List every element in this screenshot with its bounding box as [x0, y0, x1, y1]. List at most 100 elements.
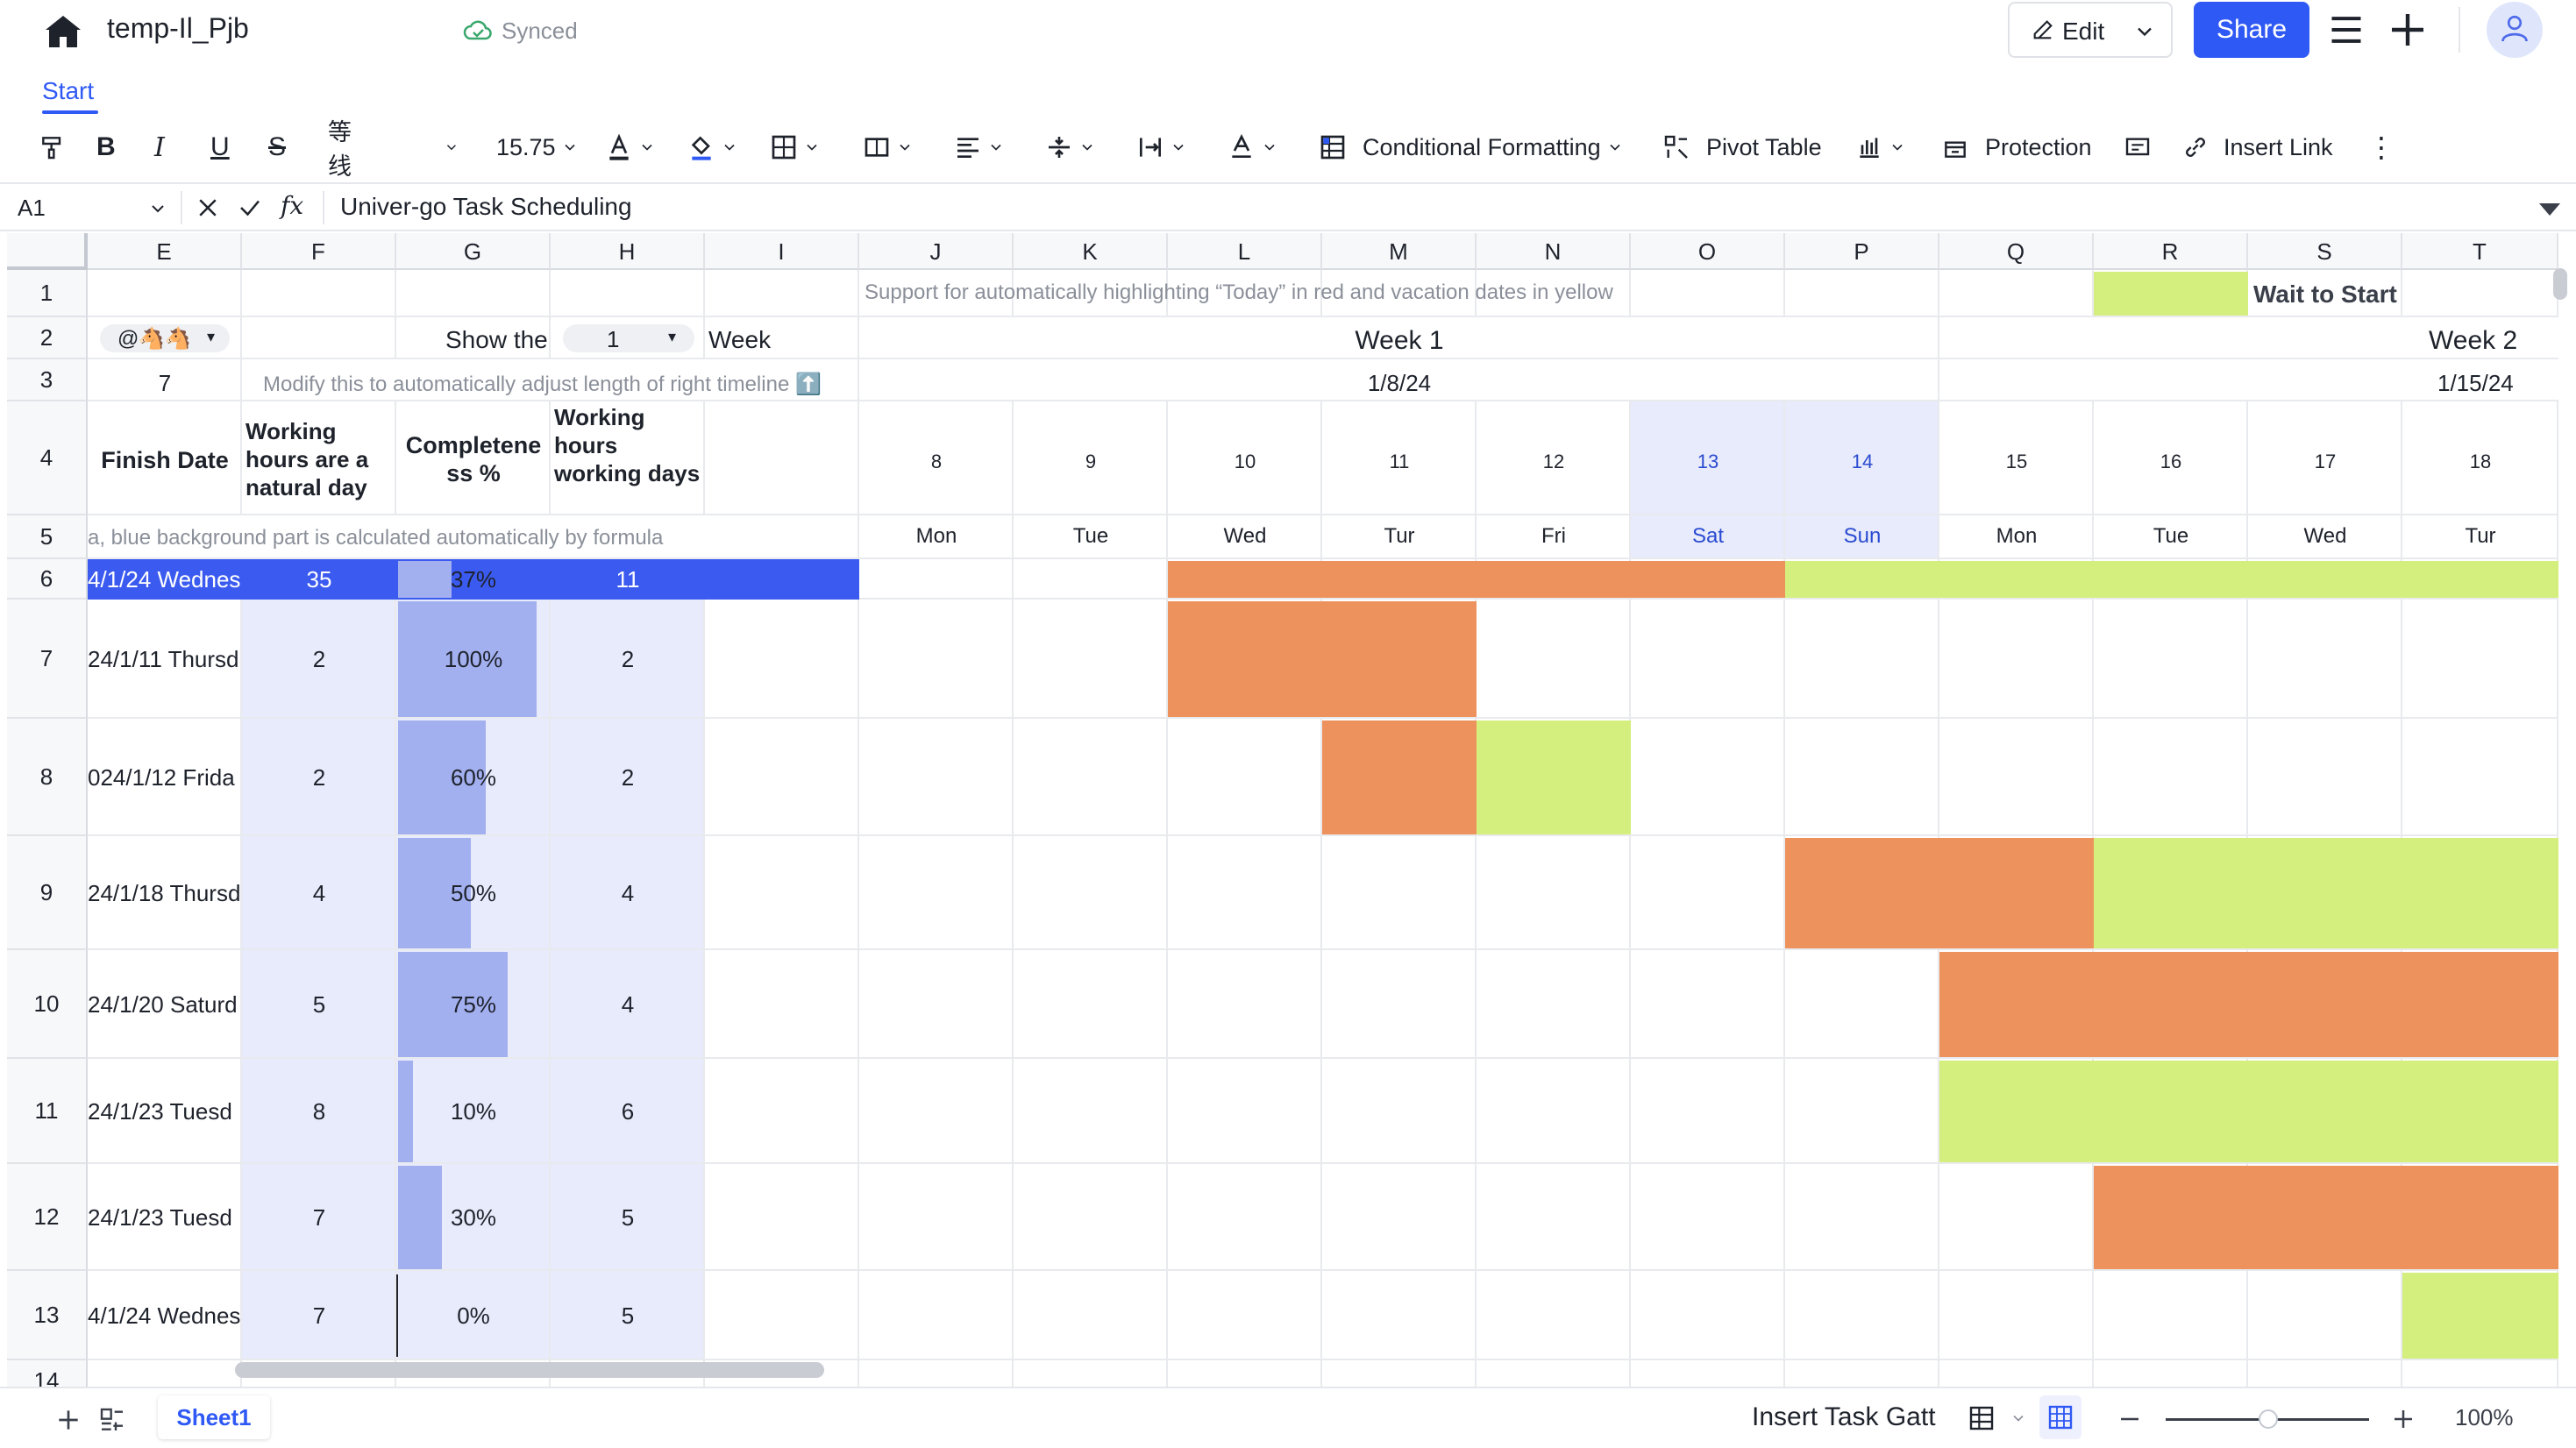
grid-cell[interactable]: [1631, 836, 1785, 950]
task-finish-date[interactable]: 24/1/20 Saturd: [88, 991, 242, 1019]
grid-cell[interactable]: [1939, 1360, 2094, 1387]
column-header-o[interactable]: O: [1631, 233, 1785, 270]
grid-cell[interactable]: [705, 719, 859, 836]
chevron-down-icon[interactable]: ▾: [668, 328, 676, 346]
edit-mode-button[interactable]: Edit: [2008, 2, 2173, 58]
task-completion-percent[interactable]: 75%: [396, 991, 551, 1019]
column-header-q[interactable]: Q: [1939, 233, 2094, 270]
gantt-bar-orange[interactable]: [1322, 720, 1477, 834]
task-completion-percent[interactable]: 10%: [396, 1098, 551, 1125]
grid-cell[interactable]: [705, 401, 859, 515]
merge-cells-button[interactable]: [863, 128, 914, 167]
grid-cell[interactable]: [1014, 559, 1168, 600]
underline-button[interactable]: U: [210, 128, 230, 167]
task-finish-date[interactable]: 24/1/23 Tuesd: [88, 1204, 242, 1232]
grid-cell[interactable]: [1477, 1059, 1631, 1164]
task-completion-percent[interactable]: 30%: [396, 1204, 551, 1232]
bold-button[interactable]: B: [96, 128, 116, 167]
column-header-n[interactable]: N: [1477, 233, 1631, 270]
task-finish-date[interactable]: 24/1/11 Thursd: [88, 646, 242, 673]
task-finish-date[interactable]: 024/1/12 Frida: [88, 764, 242, 791]
grid-cell[interactable]: [1477, 1360, 1631, 1387]
task-working-days[interactable]: 4: [551, 991, 705, 1019]
document-title[interactable]: temp-Il_Pjb: [107, 12, 249, 45]
grid-cell[interactable]: [1785, 1271, 1939, 1360]
column-header-m[interactable]: M: [1322, 233, 1477, 270]
gantt-bar-orange[interactable]: [1939, 952, 2558, 1057]
row-header-9[interactable]: 9: [7, 836, 88, 950]
grid-cell[interactable]: [2402, 719, 2558, 836]
grid-cell[interactable]: [1939, 600, 2094, 719]
gantt-bar-green[interactable]: [2402, 1273, 2558, 1359]
gantt-bar-green[interactable]: [1785, 561, 2558, 598]
row-header-6[interactable]: 6: [7, 559, 88, 600]
task-natural-hours[interactable]: 7: [242, 1302, 396, 1330]
grid-cell[interactable]: [1014, 719, 1168, 836]
home-icon[interactable]: [42, 11, 84, 53]
text-wrap-button[interactable]: [1136, 128, 1187, 167]
grid-cell[interactable]: [1939, 1164, 2094, 1271]
task-working-days[interactable]: 5: [551, 1204, 705, 1232]
text-rotate-button[interactable]: [1228, 128, 1278, 167]
column-header-l[interactable]: L: [1168, 233, 1322, 270]
gantt-bar-green[interactable]: [2094, 838, 2558, 948]
grid-cell[interactable]: [1631, 950, 1785, 1059]
horizontal-scrollbar[interactable]: [235, 1362, 824, 1378]
strikethrough-button[interactable]: S: [268, 128, 286, 167]
vertical-scrollbar[interactable]: [2553, 268, 2567, 300]
sheet-tab-sheet1[interactable]: Sheet1: [158, 1395, 270, 1439]
check-icon[interactable]: [237, 195, 263, 221]
gantt-bar-orange[interactable]: [2094, 1166, 2558, 1269]
grid-cell[interactable]: [242, 270, 396, 317]
task-working-days[interactable]: 2: [551, 646, 705, 673]
grid-cell[interactable]: [1168, 1164, 1322, 1271]
grid-cell[interactable]: [705, 270, 859, 317]
grid-cell[interactable]: [2094, 719, 2248, 836]
task-completion-percent[interactable]: 37%: [396, 566, 551, 593]
grid-cell[interactable]: [1322, 1271, 1477, 1360]
column-header-s[interactable]: S: [2248, 233, 2402, 270]
task-natural-hours[interactable]: 5: [242, 991, 396, 1019]
grid-cell[interactable]: [1477, 600, 1631, 719]
borders-button[interactable]: [770, 128, 821, 167]
insert-link-button[interactable]: Insert Link: [2181, 128, 2333, 167]
grid-cell[interactable]: [2402, 600, 2558, 719]
grid-cell[interactable]: [2248, 600, 2402, 719]
plus-icon[interactable]: [2387, 9, 2429, 51]
column-header-k[interactable]: K: [1014, 233, 1168, 270]
grid-cell[interactable]: [859, 719, 1014, 836]
row-header-2[interactable]: 2: [7, 317, 88, 359]
grid-cell[interactable]: [705, 1059, 859, 1164]
task-finish-date[interactable]: 24/1/23 Tuesd: [88, 1098, 242, 1125]
table-icon[interactable]: [1968, 1404, 1996, 1432]
grid-cell[interactable]: [1785, 600, 1939, 719]
grid-cell[interactable]: [1785, 950, 1939, 1059]
font-family-select[interactable]: 等线: [328, 119, 459, 180]
grid-cell[interactable]: [2248, 719, 2402, 836]
font-size-select[interactable]: 15.75: [496, 128, 579, 167]
add-sheet-icon[interactable]: [54, 1406, 82, 1434]
chevron-down-icon[interactable]: [147, 198, 168, 219]
task-natural-hours[interactable]: 8: [242, 1098, 396, 1125]
close-icon[interactable]: [195, 195, 221, 221]
gantt-bar-green[interactable]: [1477, 720, 1631, 834]
column-header-g[interactable]: G: [396, 233, 551, 270]
grid-cell[interactable]: [1014, 1360, 1168, 1387]
grid-cell[interactable]: [1014, 1271, 1168, 1360]
hamburger-menu-icon[interactable]: [2327, 11, 2366, 49]
task-working-days[interactable]: 4: [551, 880, 705, 907]
grid-cell[interactable]: [1477, 1164, 1631, 1271]
grid-cell[interactable]: [2094, 600, 2248, 719]
sheet-list-icon[interactable]: [98, 1406, 126, 1434]
grid-cell[interactable]: [859, 600, 1014, 719]
protection-button[interactable]: Protection: [1941, 128, 2092, 167]
grid-cell[interactable]: [1785, 1360, 1939, 1387]
grid-cell[interactable]: [705, 1164, 859, 1271]
grid-cell[interactable]: [551, 270, 705, 317]
chevron-down-icon[interactable]: ▾: [207, 328, 215, 346]
avatar[interactable]: [2487, 2, 2543, 58]
grid-cell[interactable]: [1631, 1059, 1785, 1164]
column-header-h[interactable]: H: [551, 233, 705, 270]
chevron-down-icon[interactable]: [2010, 1409, 2027, 1427]
gantt-bar-green[interactable]: [1939, 1061, 2558, 1162]
